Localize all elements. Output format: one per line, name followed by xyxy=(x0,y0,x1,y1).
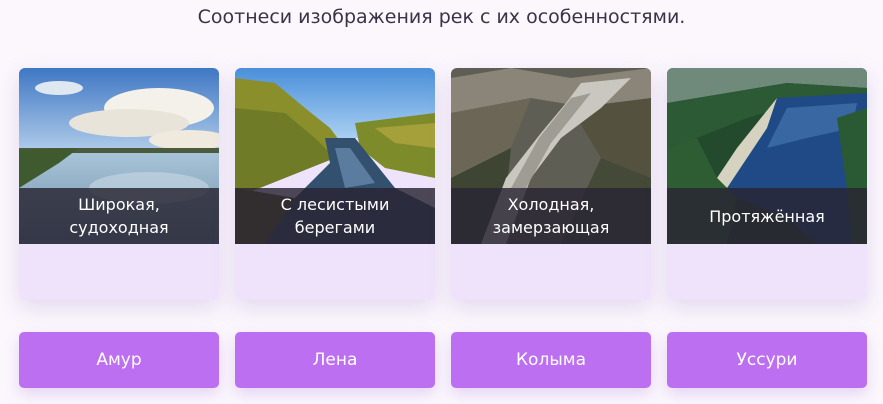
instruction-text: Соотнеси изображения рек с их особенност… xyxy=(197,6,686,28)
answer-chip-kolyma[interactable]: Колыма xyxy=(451,332,651,388)
card-caption: С лесистыми берегами xyxy=(235,188,435,244)
drop-zone-4[interactable] xyxy=(667,244,867,300)
caption-line: С лесистыми xyxy=(280,195,390,214)
caption-line: Протяжённая xyxy=(709,206,825,226)
caption-line: берегами xyxy=(294,218,376,237)
card-caption: Широкая, судоходная xyxy=(19,188,219,244)
river-card-3: Холодная, замерзающая xyxy=(451,68,651,300)
caption-line: замерзающая xyxy=(492,218,610,237)
answer-chip-amur[interactable]: Амур xyxy=(19,332,219,388)
matching-exercise: Соотнеси изображения рек с их особенност… xyxy=(0,0,883,404)
card-caption: Холодная, замерзающая xyxy=(451,188,651,244)
river-card-2: С лесистыми берегами xyxy=(235,68,435,300)
answer-chip-lena[interactable]: Лена xyxy=(235,332,435,388)
caption-line: Холодная, xyxy=(507,195,595,214)
river-card-4: Протяжённая xyxy=(667,68,867,300)
caption-line: судоходная xyxy=(69,218,169,237)
drop-zone-3[interactable] xyxy=(451,244,651,300)
river-card-1: Широкая, судоходная xyxy=(19,68,219,300)
drop-zone-2[interactable] xyxy=(235,244,435,300)
card-caption: Протяжённая xyxy=(667,188,867,244)
drop-zone-1[interactable] xyxy=(19,244,219,300)
caption-line: Широкая, xyxy=(78,195,160,214)
answer-chip-ussuri[interactable]: Уссури xyxy=(667,332,867,388)
